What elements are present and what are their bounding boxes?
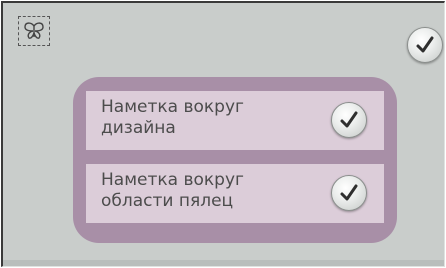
baste-design-checkbox[interactable] xyxy=(331,102,367,138)
baste-hoop-checkbox[interactable] xyxy=(331,175,367,211)
basting-settings-screen: Наметка вокруг дизайна Наметка вокруг об… xyxy=(1,1,445,267)
option-baste-around-design[interactable]: Наметка вокруг дизайна xyxy=(86,91,384,150)
option-label-line2: дизайна xyxy=(101,118,176,138)
option-label-line1: Наметка вокруг xyxy=(101,97,244,117)
bottom-strip xyxy=(3,260,444,266)
option-label-line1: Наметка вокруг xyxy=(101,170,244,190)
design-preview-frame xyxy=(18,16,50,46)
option-baste-around-hoop-area[interactable]: Наметка вокруг области пялец xyxy=(86,164,384,223)
butterfly-icon xyxy=(24,22,44,39)
checkmark-icon xyxy=(340,111,358,128)
checkmark-icon xyxy=(416,36,434,53)
option-label: Наметка вокруг дизайна xyxy=(101,97,244,139)
basting-options-panel: Наметка вокруг дизайна Наметка вокруг об… xyxy=(73,77,397,243)
checkmark-icon xyxy=(340,184,358,201)
option-label-line2: области пялец xyxy=(101,191,234,211)
option-label: Наметка вокруг области пялец xyxy=(101,170,244,212)
confirm-button[interactable] xyxy=(407,27,443,63)
